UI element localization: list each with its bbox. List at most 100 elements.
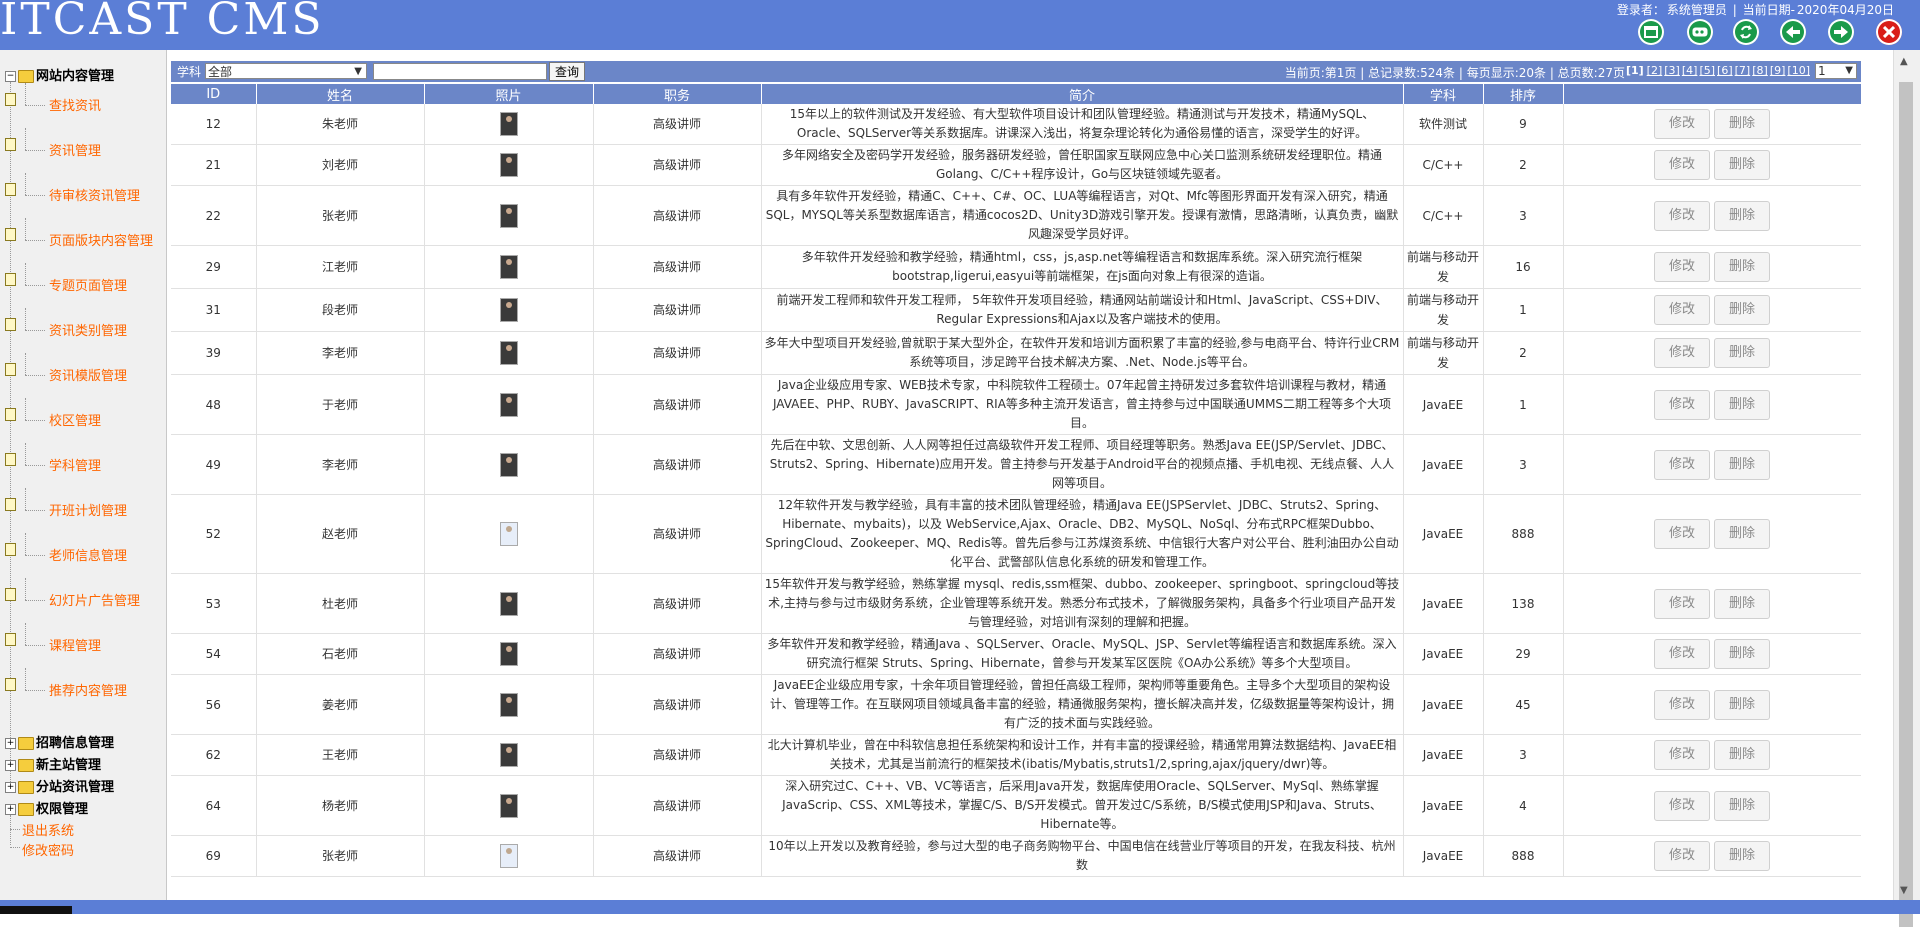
page-link[interactable]: [9] (1770, 64, 1786, 77)
sidebar-item-label[interactable]: 专题页面管理 (49, 279, 127, 294)
sidebar-item[interactable]: 开班计划管理 (49, 500, 127, 519)
page-link[interactable]: [10] (1787, 64, 1810, 77)
delete-button[interactable]: 删除 (1714, 689, 1770, 720)
delete-button[interactable]: 删除 (1714, 338, 1770, 368)
sidebar-item-label[interactable]: 推荐内容管理 (49, 684, 127, 699)
teacher-photo[interactable] (499, 844, 518, 868)
delete-button[interactable]: 删除 (1714, 200, 1770, 231)
change-password-link[interactable]: 修改密码 (22, 840, 74, 859)
edit-button[interactable]: 修改 (1654, 200, 1710, 231)
logout-link[interactable]: 退出系统 (22, 820, 74, 839)
edit-button[interactable]: 修改 (1654, 639, 1710, 669)
sidebar-item[interactable]: 页面版块内容管理 (49, 230, 153, 249)
vertical-scrollbar[interactable]: ▲ ▼ (1893, 50, 1920, 927)
page-link[interactable]: [5] (1699, 64, 1715, 77)
tree-group-recruit[interactable]: + 招聘信息管理 (5, 732, 114, 751)
delete-button[interactable]: 删除 (1714, 639, 1770, 669)
teacher-photo[interactable] (499, 793, 518, 818)
tree-group-branch[interactable]: + 分站资讯管理 (5, 776, 114, 795)
sidebar-item-label[interactable]: 资讯模版管理 (49, 369, 127, 384)
key-icon[interactable] (1687, 19, 1713, 45)
edit-button[interactable]: 修改 (1654, 689, 1710, 720)
close-icon[interactable] (1876, 19, 1902, 45)
sidebar-item[interactable]: 查找资讯 (49, 95, 101, 114)
edit-button[interactable]: 修改 (1654, 519, 1710, 549)
tree-group-permission[interactable]: + 权限管理 (5, 798, 88, 817)
page-link[interactable]: [8] (1752, 64, 1768, 77)
sidebar-item[interactable]: 学科管理 (49, 455, 101, 474)
logout-link-text[interactable]: 退出系统 (22, 824, 74, 839)
expand-icon[interactable]: + (5, 782, 16, 793)
tree-group-main-site[interactable]: + 新主站管理 (5, 754, 101, 773)
page-link[interactable]: [3] (1664, 64, 1680, 77)
teacher-photo[interactable] (499, 692, 518, 717)
sidebar-item[interactable]: 推荐内容管理 (49, 680, 127, 699)
edit-button[interactable]: 修改 (1654, 295, 1710, 325)
teacher-photo[interactable] (499, 153, 518, 177)
collapse-icon[interactable]: − (5, 71, 16, 82)
sidebar-item-label[interactable]: 资讯管理 (49, 144, 101, 159)
sidebar-item[interactable]: 待审核资讯管理 (49, 185, 140, 204)
teacher-photo[interactable] (499, 452, 518, 477)
sidebar-item[interactable]: 老师信息管理 (49, 545, 127, 564)
sidebar-item[interactable]: 校区管理 (49, 410, 101, 429)
edit-button[interactable]: 修改 (1654, 150, 1710, 180)
delete-button[interactable]: 删除 (1714, 295, 1770, 325)
page-link[interactable]: [6] (1717, 64, 1733, 77)
teacher-photo[interactable] (499, 112, 518, 136)
delete-button[interactable]: 删除 (1714, 588, 1770, 619)
sidebar-item[interactable]: 资讯模版管理 (49, 365, 127, 384)
edit-button[interactable]: 修改 (1654, 338, 1710, 368)
edit-button[interactable]: 修改 (1654, 588, 1710, 619)
sidebar-item[interactable]: 资讯管理 (49, 140, 101, 159)
sidebar-item-label[interactable]: 学科管理 (49, 459, 101, 474)
subject-select[interactable]: 全部 ▼ (205, 63, 367, 79)
back-icon[interactable] (1780, 19, 1806, 45)
sidebar-item[interactable]: 资讯类别管理 (49, 320, 127, 339)
edit-button[interactable]: 修改 (1654, 740, 1710, 770)
teacher-photo[interactable] (499, 392, 518, 417)
change-password-link-text[interactable]: 修改密码 (22, 844, 74, 859)
page-jump-select[interactable]: 1 ▼ (1815, 63, 1857, 79)
sidebar-item-label[interactable]: 页面版块内容管理 (49, 234, 153, 249)
delete-button[interactable]: 删除 (1714, 519, 1770, 549)
sidebar-item-label[interactable]: 幻灯片广告管理 (49, 594, 140, 609)
sidebar-item-label[interactable]: 开班计划管理 (49, 504, 127, 519)
sidebar-item-label[interactable]: 待审核资讯管理 (49, 189, 140, 204)
delete-button[interactable]: 删除 (1714, 790, 1770, 821)
teacher-photo[interactable] (499, 298, 518, 322)
expand-icon[interactable]: + (5, 738, 16, 749)
delete-button[interactable]: 删除 (1714, 740, 1770, 770)
delete-button[interactable]: 删除 (1714, 252, 1770, 282)
refresh-icon[interactable] (1733, 19, 1759, 45)
sidebar-item-label[interactable]: 校区管理 (49, 414, 101, 429)
scroll-up-icon[interactable]: ▲ (1900, 56, 1908, 67)
delete-button[interactable]: 删除 (1714, 150, 1770, 180)
forward-icon[interactable] (1828, 19, 1854, 45)
sidebar-item[interactable]: 幻灯片广告管理 (49, 590, 140, 609)
delete-button[interactable]: 删除 (1714, 389, 1770, 420)
sidebar-item[interactable]: 专题页面管理 (49, 275, 127, 294)
expand-icon[interactable]: + (5, 804, 16, 815)
teacher-photo[interactable] (499, 341, 518, 365)
page-link[interactable]: [4] (1682, 64, 1698, 77)
search-input[interactable] (373, 63, 547, 80)
page-link[interactable]: [2] (1647, 64, 1663, 77)
tree-root-content[interactable]: − 网站内容管理 (5, 65, 114, 84)
edit-button[interactable]: 修改 (1654, 841, 1710, 871)
edit-button[interactable]: 修改 (1654, 252, 1710, 282)
edit-button[interactable]: 修改 (1654, 109, 1710, 139)
sidebar-item-label[interactable]: 老师信息管理 (49, 549, 127, 564)
teacher-photo[interactable] (499, 203, 518, 228)
teacher-photo[interactable] (499, 743, 518, 767)
scroll-thumb[interactable] (1899, 82, 1913, 927)
teacher-photo[interactable] (499, 642, 518, 666)
expand-icon[interactable]: + (5, 760, 16, 771)
teacher-photo[interactable] (499, 522, 518, 546)
page-link[interactable]: [7] (1735, 64, 1751, 77)
window-icon[interactable] (1638, 19, 1664, 45)
sidebar-item-label[interactable]: 课程管理 (49, 639, 101, 654)
sidebar-item-label[interactable]: 查找资讯 (49, 99, 101, 114)
sidebar-item[interactable]: 课程管理 (49, 635, 101, 654)
scroll-down-icon[interactable]: ▼ (1900, 885, 1908, 896)
